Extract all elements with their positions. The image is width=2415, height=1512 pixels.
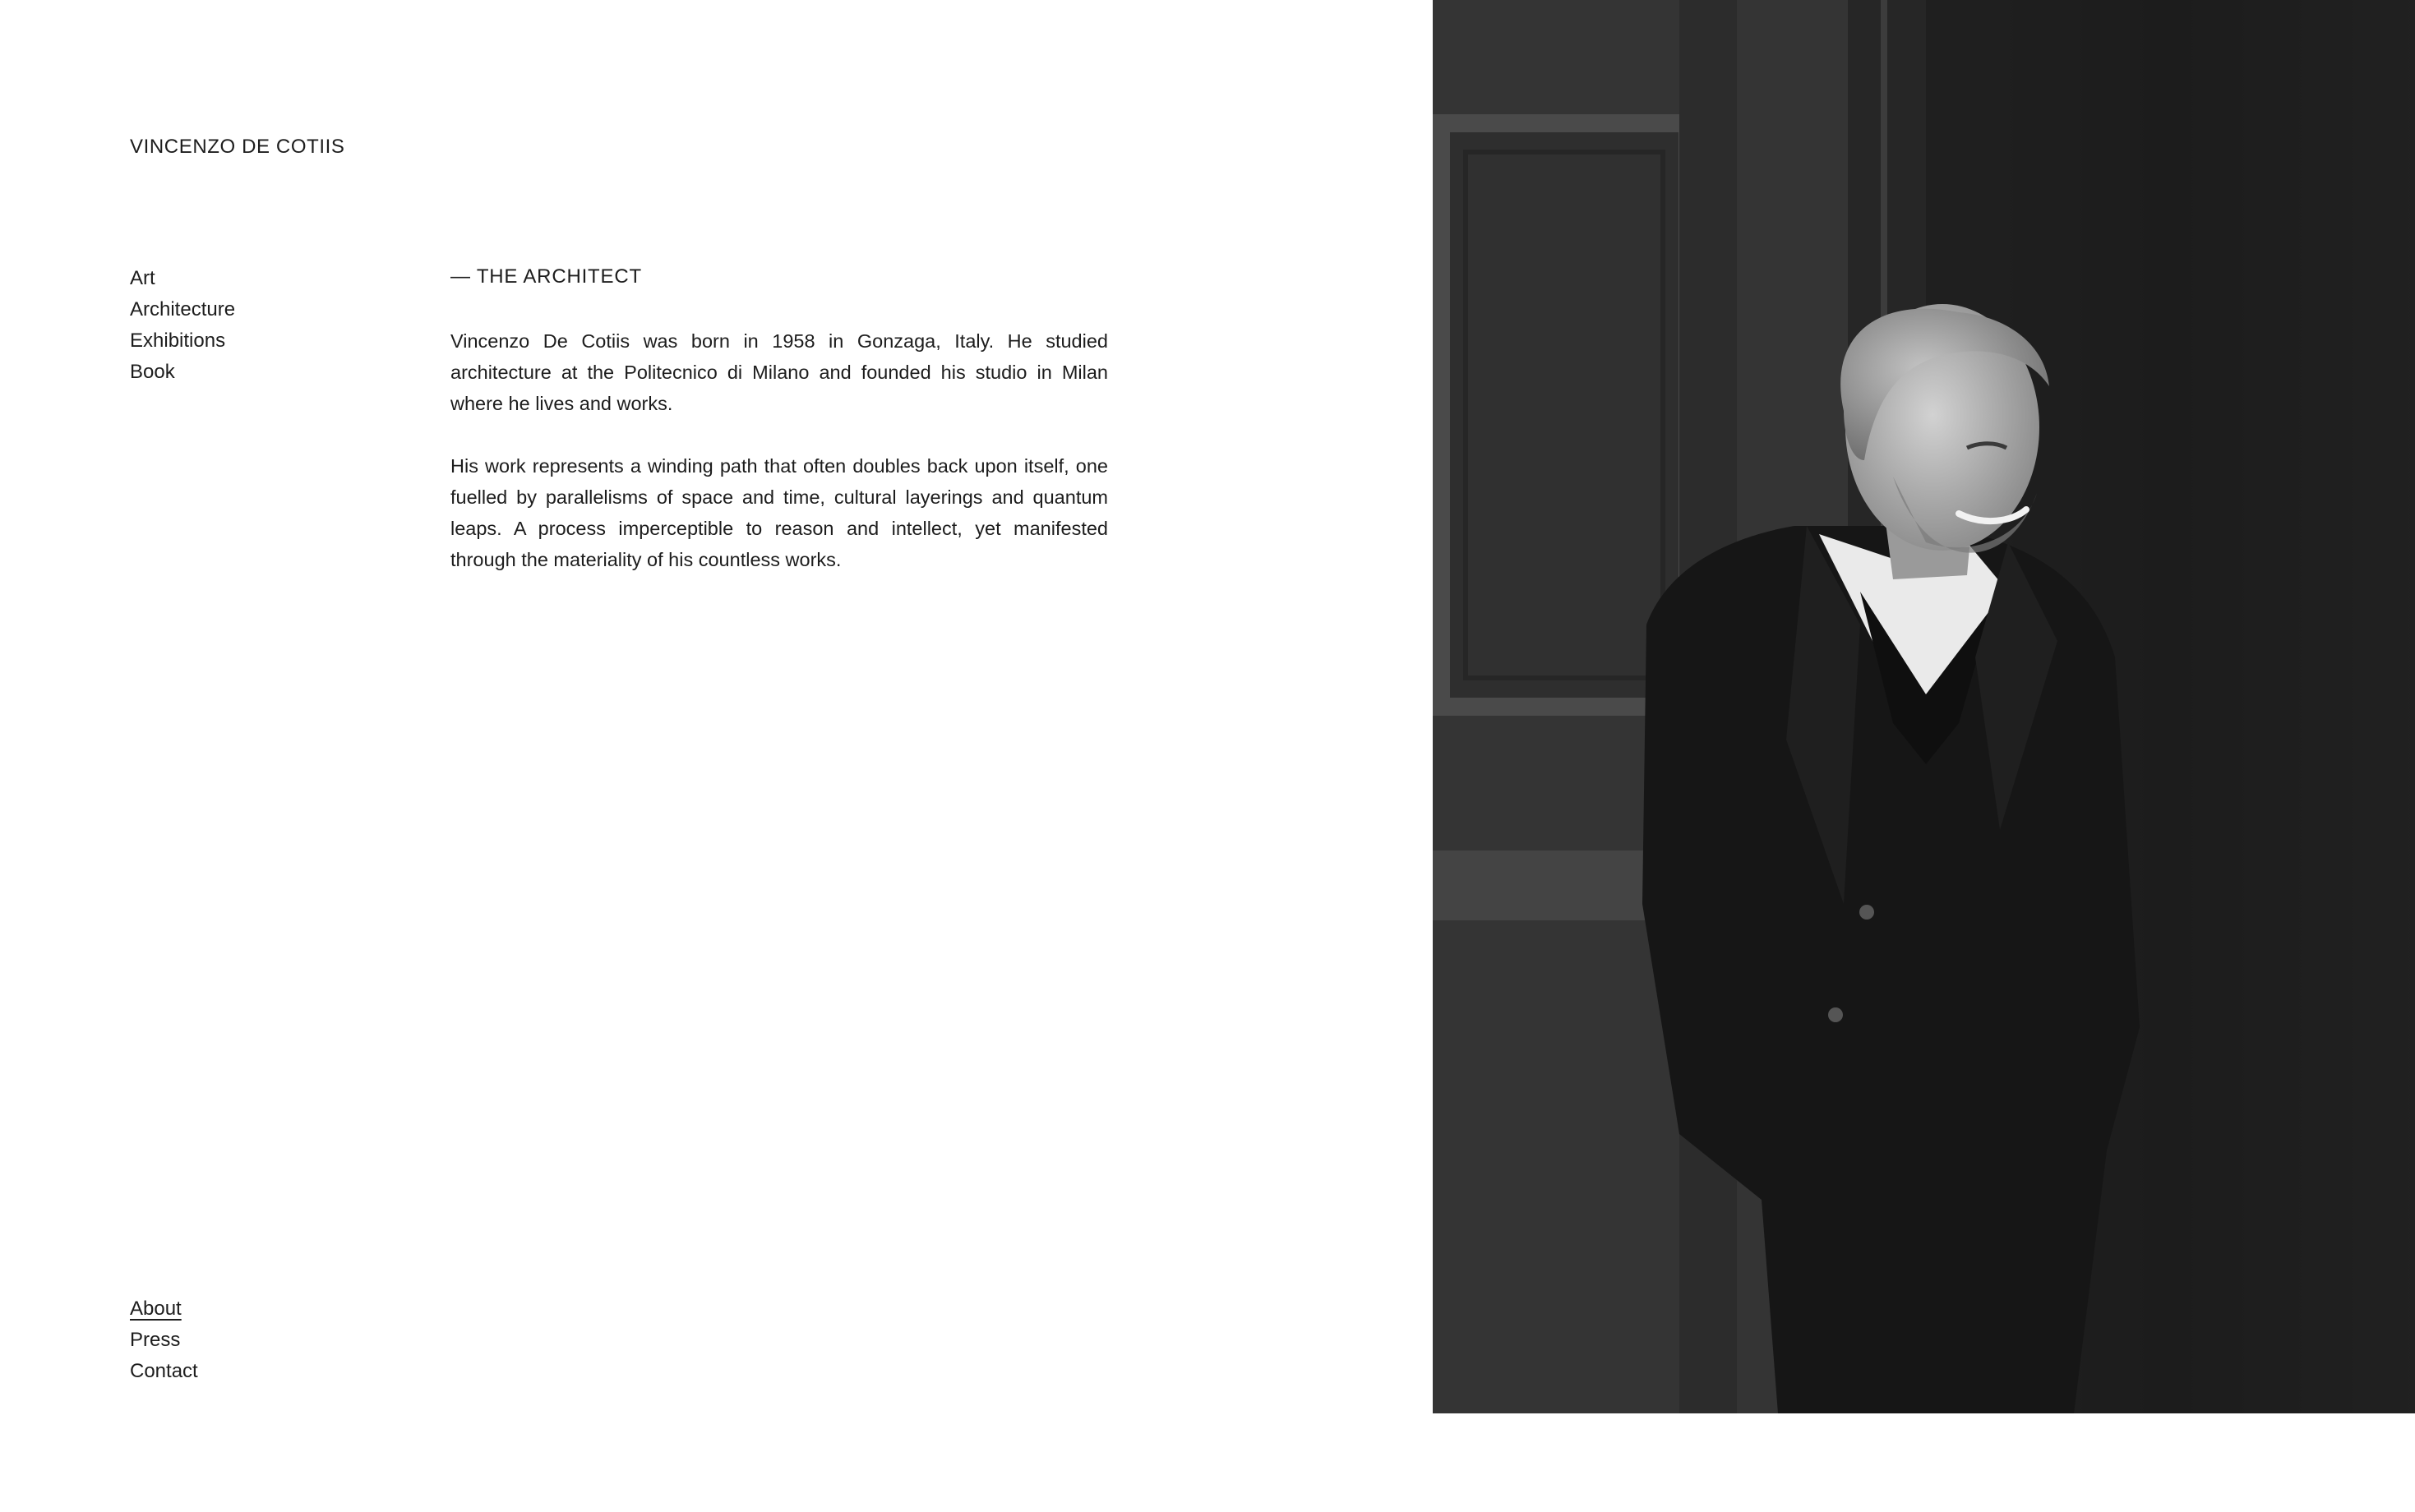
footer-link-press[interactable]: Press bbox=[130, 1329, 180, 1351]
portrait-photo bbox=[1433, 0, 2415, 1413]
nav-link-book[interactable]: Book bbox=[130, 361, 175, 383]
portrait-illustration bbox=[1433, 0, 2415, 1413]
bio-paragraph: His work represents a winding path that … bbox=[450, 455, 1108, 570]
bio-paragraph: Vincenzo De Cotiis was born in 1958 in G… bbox=[450, 330, 1108, 414]
nav-link-art[interactable]: Art bbox=[130, 267, 155, 289]
section-heading: — THE ARCHITECT bbox=[450, 265, 642, 288]
bio-text: Vincenzo De Cotiis was born in 1958 in G… bbox=[450, 325, 1108, 606]
nav-link-exhibitions[interactable]: Exhibitions bbox=[130, 330, 225, 352]
nav-link-architecture[interactable]: Architecture bbox=[130, 298, 235, 320]
nav-item-architecture[interactable]: Architecture bbox=[130, 294, 235, 325]
nav-item-art[interactable]: Art bbox=[130, 263, 235, 294]
site-title[interactable]: VINCENZO DE COTIIS bbox=[130, 135, 345, 159]
footer-link-about[interactable]: About bbox=[130, 1298, 182, 1320]
footer-item-about[interactable]: About bbox=[130, 1293, 198, 1325]
main-nav: Art Architecture Exhibitions Book bbox=[130, 263, 235, 388]
footer-nav: About Press Contact bbox=[130, 1293, 198, 1387]
footer-item-contact[interactable]: Contact bbox=[130, 1356, 198, 1387]
footer-item-press[interactable]: Press bbox=[130, 1325, 198, 1356]
nav-item-book[interactable]: Book bbox=[130, 357, 235, 388]
nav-item-exhibitions[interactable]: Exhibitions bbox=[130, 325, 235, 357]
footer-link-contact[interactable]: Contact bbox=[130, 1360, 198, 1382]
